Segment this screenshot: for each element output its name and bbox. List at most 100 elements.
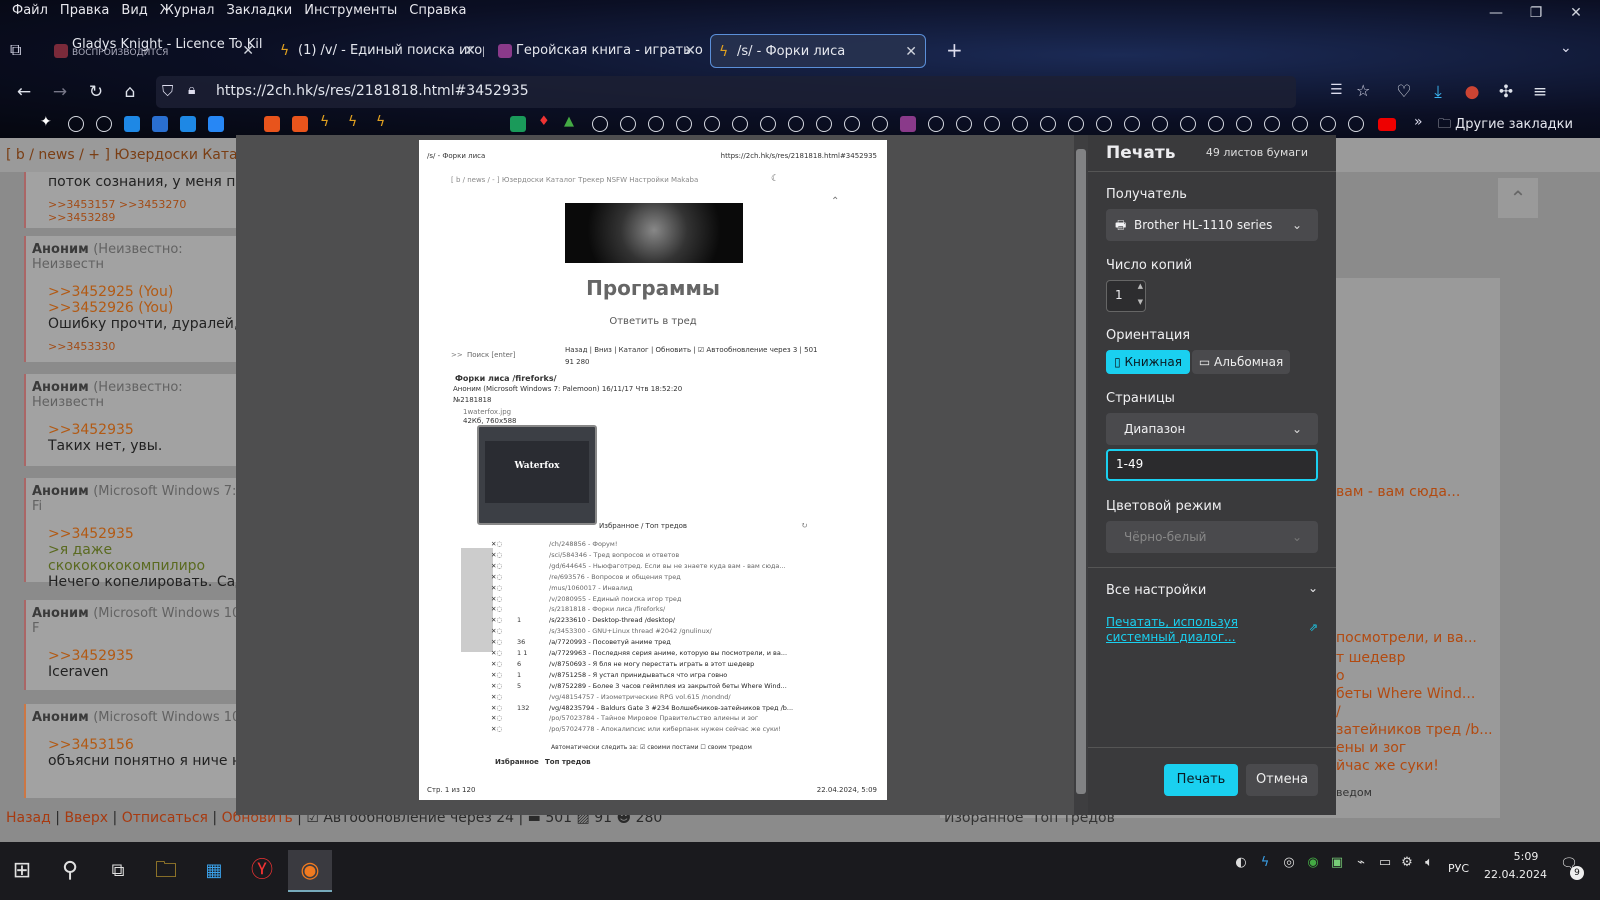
app-menu-icon[interactable]: ≡ bbox=[1528, 80, 1552, 104]
bookmark-globe-icon[interactable] bbox=[1012, 116, 1028, 132]
tab-close-icon[interactable]: ✕ bbox=[684, 34, 696, 68]
cancel-button[interactable]: Отмена bbox=[1246, 764, 1318, 796]
page-range-input[interactable]: 1-49 bbox=[1106, 449, 1318, 481]
tab-overview-icon[interactable]: ⧉ bbox=[10, 40, 30, 60]
bookmark-dvach-icon[interactable]: ϟ bbox=[348, 114, 357, 130]
bookmark-youtube-icon[interactable] bbox=[1378, 118, 1396, 131]
lock-icon[interactable]: 🔒︎ bbox=[188, 82, 195, 98]
bookmark-globe-icon[interactable] bbox=[1124, 116, 1140, 132]
bookmark-sparkle-icon[interactable]: ✦ bbox=[40, 114, 52, 130]
increment-icon[interactable]: ▲ bbox=[1138, 282, 1143, 290]
bookmark-globe-icon[interactable] bbox=[68, 116, 84, 132]
new-tab-icon[interactable]: + bbox=[946, 38, 963, 62]
tab-v[interactable]: ϟ (1) /v/ - Единый поиска игор т ✕ bbox=[272, 34, 484, 68]
menu-history[interactable]: Журнал bbox=[154, 0, 221, 22]
list-tabs-icon[interactable]: ⌄ bbox=[1560, 40, 1572, 56]
portrait-button[interactable]: ▯ Книжная bbox=[1106, 350, 1190, 374]
bookmark-globe-icon[interactable] bbox=[1096, 116, 1112, 132]
bookmark-star-icon[interactable]: ☆ bbox=[1356, 81, 1370, 100]
pocket-icon[interactable]: ♡ bbox=[1392, 80, 1416, 104]
network-icon[interactable]: ▭ bbox=[1376, 854, 1394, 872]
menu-view[interactable]: Вид bbox=[115, 0, 153, 22]
bookmark-mail-icon[interactable] bbox=[124, 116, 140, 132]
shield-icon[interactable]: ⛉ bbox=[162, 82, 173, 100]
tab-close-icon[interactable]: ✕ bbox=[905, 35, 917, 67]
bookmark-globe-icon[interactable] bbox=[872, 116, 888, 132]
minimize-icon[interactable]: — bbox=[1476, 2, 1516, 24]
firefox-icon[interactable]: ◉ bbox=[288, 850, 332, 892]
task-view-icon[interactable]: ⧉ bbox=[96, 850, 140, 892]
tray-green-icon[interactable]: ◉ bbox=[1304, 854, 1322, 872]
tab-heroes[interactable]: Геройская книга - играть онл ✕ bbox=[490, 34, 704, 68]
clock-date[interactable]: 22.04.2024 bbox=[1484, 868, 1547, 881]
bookmark-help-icon[interactable] bbox=[180, 116, 196, 132]
bookmark-globe-icon[interactable] bbox=[928, 116, 944, 132]
search-icon[interactable]: ⚲ bbox=[48, 850, 92, 892]
tab-close-icon[interactable]: ✕ bbox=[464, 34, 476, 68]
bookmark-globe-icon[interactable] bbox=[648, 116, 664, 132]
bookmark-fire-icon[interactable]: ♦ bbox=[538, 114, 550, 129]
tab-gladys[interactable]: Gladys Knight - Licence To Kill ( ВОСПРО… bbox=[46, 34, 262, 68]
reader-icon[interactable]: ☰ bbox=[1330, 82, 1343, 98]
home-icon[interactable]: ⌂ bbox=[118, 80, 142, 104]
bookmarks-overflow-icon[interactable]: » bbox=[1414, 114, 1423, 130]
bookmark-globe-icon[interactable] bbox=[788, 116, 804, 132]
chevron-down-icon[interactable]: ⌄ bbox=[1308, 581, 1318, 595]
bookmark-globe-icon[interactable] bbox=[816, 116, 832, 132]
restore-icon[interactable]: ❐ bbox=[1516, 2, 1556, 24]
bookmark-globe-icon[interactable] bbox=[1068, 116, 1084, 132]
scroll-top-icon[interactable]: ⌃ bbox=[1498, 178, 1538, 218]
bookmark-globe-icon[interactable] bbox=[1264, 116, 1280, 132]
bookmark-globe-icon[interactable] bbox=[1348, 116, 1364, 132]
bookmark-globe-icon[interactable] bbox=[1320, 116, 1336, 132]
bookmark-vivaldi-icon[interactable] bbox=[264, 116, 280, 132]
menu-tools[interactable]: Инструменты bbox=[298, 0, 403, 22]
tray-nvidia-icon[interactable]: ▣ bbox=[1328, 854, 1346, 872]
bookmark-dvach-icon[interactable]: ϟ bbox=[320, 114, 329, 130]
language-indicator[interactable]: РУС bbox=[1448, 862, 1469, 875]
tray-settings-icon[interactable]: ⚙ bbox=[1398, 854, 1416, 872]
back-link[interactable]: Назад bbox=[6, 810, 51, 826]
bookmark-vivaldi-icon[interactable] bbox=[292, 116, 308, 132]
extension-icon[interactable]: ● bbox=[1460, 80, 1484, 104]
extensions-icon[interactable]: ✣ bbox=[1494, 80, 1518, 104]
tray-usb-icon[interactable]: ⌁ bbox=[1352, 854, 1370, 872]
bookmark-globe-icon[interactable] bbox=[984, 116, 1000, 132]
bookmark-globe-icon[interactable] bbox=[760, 116, 776, 132]
bookmark-vk-icon[interactable] bbox=[208, 116, 224, 132]
tray-app-icon[interactable]: ϟ bbox=[1256, 854, 1274, 872]
tab-close-icon[interactable]: ✕ bbox=[242, 34, 254, 68]
bookmark-globe-icon[interactable] bbox=[620, 116, 636, 132]
bookmark-mountain-icon[interactable]: ▲ bbox=[564, 114, 574, 129]
volume-icon[interactable]: 🔈︎ bbox=[1420, 854, 1438, 872]
menu-file[interactable]: Файл bbox=[6, 0, 54, 22]
other-bookmarks[interactable]: 🗀︎ Другие закладки bbox=[1438, 115, 1573, 137]
menu-edit[interactable]: Правка bbox=[54, 0, 115, 22]
unsubscribe-link[interactable]: Отписаться bbox=[122, 810, 208, 826]
bookmark-globe-icon[interactable] bbox=[676, 116, 692, 132]
url-text[interactable]: https://2ch.hk/s/res/2181818.html#345293… bbox=[216, 83, 529, 99]
bookmark-globe-icon[interactable] bbox=[1236, 116, 1252, 132]
color-mode-select[interactable]: Чёрно-белый ⌄ bbox=[1106, 521, 1318, 553]
reload-icon[interactable]: ↻ bbox=[84, 80, 108, 104]
decrement-icon[interactable]: ▼ bbox=[1138, 298, 1143, 306]
menu-help[interactable]: Справка bbox=[403, 0, 472, 22]
bookmark-heroes-icon[interactable] bbox=[900, 116, 916, 132]
external-link-icon[interactable]: ⇗ bbox=[1309, 621, 1318, 634]
menu-bookmarks[interactable]: Закладки bbox=[221, 0, 299, 22]
printer-select[interactable]: 🖶︎ Brother HL-1110 series ⌄ bbox=[1106, 209, 1318, 241]
copies-input[interactable]: 1 ▲ ▼ bbox=[1106, 280, 1146, 312]
bookmark-globe-icon[interactable] bbox=[1152, 116, 1168, 132]
bookmark-mail-icon[interactable] bbox=[152, 116, 168, 132]
system-dialog-link[interactable]: Печатать, используя системный диалог... bbox=[1106, 615, 1290, 645]
steam-icon[interactable]: ◎ bbox=[1280, 854, 1298, 872]
up-link[interactable]: Вверх bbox=[64, 810, 108, 826]
bookmark-globe-icon[interactable] bbox=[1208, 116, 1224, 132]
pages-select[interactable]: Диапазон ⌄ bbox=[1106, 413, 1318, 445]
more-settings[interactable]: Все настройки bbox=[1106, 583, 1206, 598]
bookmark-globe-icon[interactable] bbox=[844, 116, 860, 132]
bookmark-globe-icon[interactable] bbox=[732, 116, 748, 132]
print-button[interactable]: Печать bbox=[1164, 764, 1238, 796]
store-icon[interactable]: ▦ bbox=[192, 850, 236, 892]
explorer-icon[interactable]: 🗀︎ bbox=[144, 850, 188, 892]
